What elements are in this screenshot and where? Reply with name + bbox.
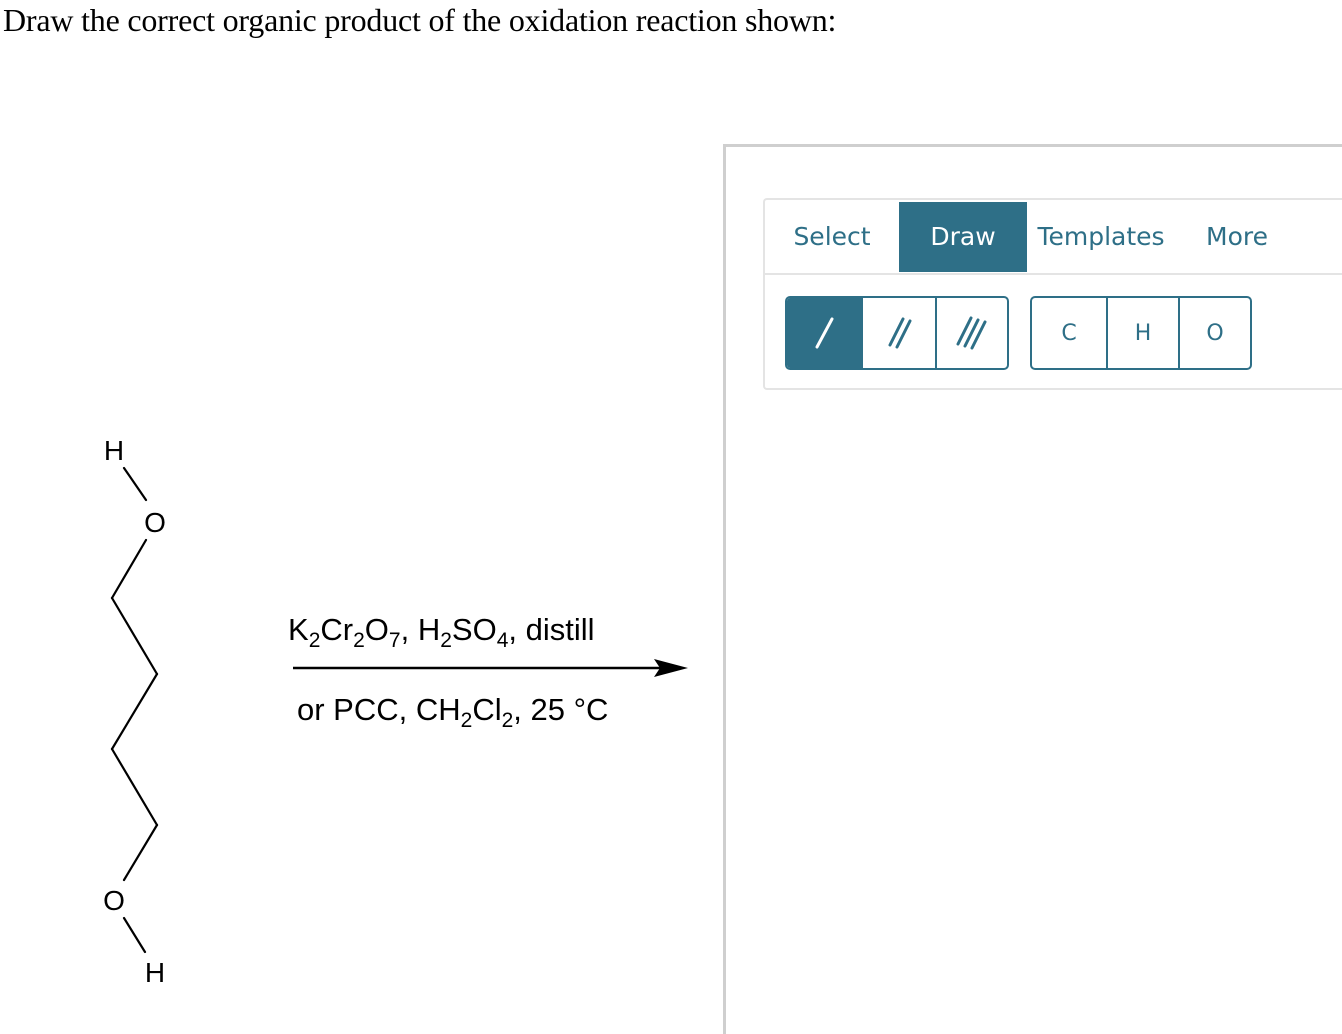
single-bond-icon — [815, 317, 834, 349]
reagent-top-label: K2Cr2O7, H2SO4, distill — [288, 612, 595, 652]
bond-o-h-bottom — [122, 916, 147, 954]
atom-label-h-top: H — [104, 435, 124, 466]
reagent-bottom-label: or PCC, CH2Cl2, 25 °C — [297, 692, 608, 732]
atom-oxygen-button[interactable]: O — [1178, 298, 1250, 368]
editor-toolbar: Select Draw Templates More C H O — [763, 198, 1342, 390]
starting-material-structure — [110, 466, 159, 954]
double-bond-icon — [888, 317, 912, 349]
triple-bond-button[interactable] — [935, 298, 1007, 368]
reaction-arrow — [293, 659, 688, 677]
atom-label-h-bottom: H — [145, 957, 165, 988]
atom-label-o-top: O — [144, 507, 166, 538]
atom-label-o-bottom: O — [103, 885, 125, 916]
bond-c3-c4 — [110, 747, 159, 827]
bond-o-c1 — [110, 538, 148, 600]
tab-draw[interactable]: Draw — [899, 202, 1027, 272]
bond-c1-c2 — [110, 596, 159, 676]
bond-c4-o — [122, 823, 159, 882]
triple-bond-icon — [956, 316, 987, 350]
atom-hydrogen-button[interactable]: H — [1106, 298, 1178, 368]
single-bond-button[interactable] — [787, 298, 861, 368]
tab-templates[interactable]: Templates — [1031, 202, 1171, 272]
bond-tool-group — [785, 296, 1009, 370]
tab-more[interactable]: More — [1187, 202, 1287, 272]
tab-select[interactable]: Select — [765, 202, 899, 272]
bond-h-o-top — [122, 466, 148, 502]
bond-c2-c3 — [110, 672, 159, 751]
editor-tabs: Select Draw Templates More — [765, 200, 1342, 275]
double-bond-button[interactable] — [861, 298, 935, 368]
reaction-scheme: H O O H K2Cr2O7, H2SO4, distill or PCC, … — [103, 435, 688, 988]
atom-carbon-button[interactable]: C — [1032, 298, 1106, 368]
atom-tool-group: C H O — [1030, 296, 1252, 370]
